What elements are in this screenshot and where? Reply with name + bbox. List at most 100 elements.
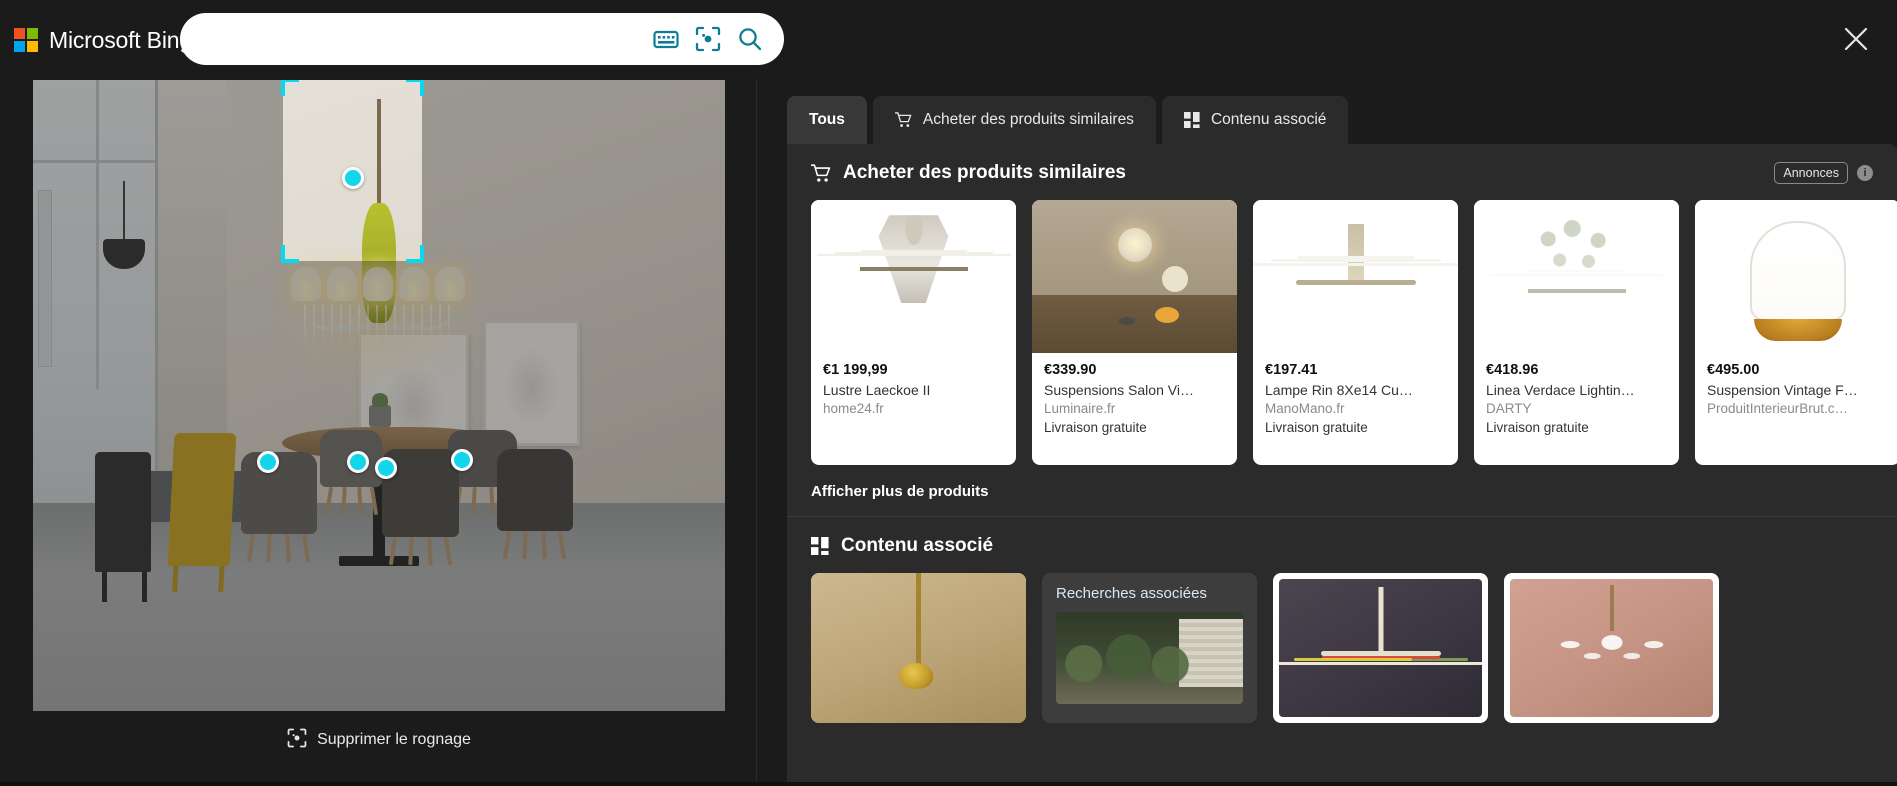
results-panel: Tous Acheter des produits similaires Con… (757, 80, 1897, 782)
product-title: Suspension Vintage F… (1707, 382, 1858, 398)
tab-label: Tous (809, 111, 845, 128)
window-mullion (96, 80, 100, 390)
cart-icon (811, 163, 831, 183)
tab-contenu-associe[interactable]: Contenu associé (1161, 96, 1349, 144)
product-card[interactable]: €1 199,99 Lustre Laeckoe II home24.fr (811, 200, 1016, 465)
close-icon[interactable] (1831, 14, 1881, 64)
related-searches-card[interactable]: Recherches associées (1042, 573, 1257, 723)
dark-chair (95, 452, 151, 603)
product-price: €495.00 (1707, 362, 1760, 378)
related-section-header: Contenu associé (787, 517, 1897, 563)
bing-brand[interactable]: Microsoft Bing (14, 0, 192, 80)
related-image-card[interactable] (1504, 573, 1719, 723)
product-shipping: Livraison gratuite (1486, 419, 1589, 435)
product-shipping: Livraison gratuite (1265, 419, 1368, 435)
related-section-title: Contenu associé (841, 535, 994, 556)
product-image (1032, 200, 1237, 353)
grid-icon (1183, 112, 1200, 128)
product-seller: ProduitInterieurBrut.c… (1707, 400, 1849, 416)
forest-house-thumb (1056, 612, 1243, 704)
product-title: Linea Verdace Lightin… (1486, 382, 1635, 398)
product-shipping: Livraison gratuite (1044, 419, 1147, 435)
chair (496, 449, 573, 560)
brand-label: Microsoft Bing (49, 26, 192, 53)
leafy-chandelier-thumb (1474, 200, 1679, 353)
grid-icon (811, 537, 829, 555)
product-price: €339.90 (1044, 362, 1097, 378)
tab-tous[interactable]: Tous (787, 96, 867, 144)
tab-label: Acheter des produits similaires (922, 111, 1134, 128)
product-title: Lustre Laeckoe II (823, 382, 931, 398)
product-image (1474, 200, 1679, 353)
visual-search-icon (287, 728, 307, 753)
product-card[interactable]: €418.96 Linea Verdace Lightin… DARTY Liv… (1474, 200, 1679, 465)
image-panel: Supprimer le rognage (0, 80, 757, 782)
tab-acheter-produits-similaires[interactable]: Acheter des produits similaires (872, 96, 1156, 144)
related-image-card[interactable] (811, 573, 1026, 723)
glass-pendants-thumb (1032, 200, 1237, 353)
product-title: Lampe Rin 8Xe14 Cu… (1265, 382, 1413, 398)
hotspot-chair-2[interactable] (347, 450, 370, 473)
search-input[interactable] (204, 13, 652, 65)
results-content: Acheter des produits similaires Annonces… (787, 144, 1897, 782)
product-card[interactable]: €197.41 Lampe Rin 8Xe14 Cu… ManoMano.fr … (1253, 200, 1458, 465)
product-seller: ManoMano.fr (1265, 400, 1345, 416)
product-image (1695, 200, 1897, 353)
visual-search-icon[interactable] (694, 25, 722, 53)
product-image (811, 200, 1016, 353)
product-price: €1 199,99 (823, 362, 888, 378)
info-icon[interactable]: i (1857, 165, 1873, 181)
window-mullion (33, 159, 155, 163)
related-searches-title: Recherches associées (1056, 585, 1207, 602)
microsoft-logo-icon (14, 28, 38, 52)
crystal-chandelier-thumb (811, 200, 1016, 353)
shop-section-header: Acheter des produits similaires Annonces… (787, 144, 1897, 190)
pendant-lamp (102, 180, 145, 269)
building-outside (37, 190, 53, 368)
ads-disclosure: Annonces i (1774, 162, 1873, 184)
hotspot-chair-1[interactable] (257, 450, 280, 473)
hotspot-chair-3[interactable] (374, 457, 397, 480)
bell-pendant-thumb (1695, 200, 1897, 353)
annonces-badge[interactable]: Annonces (1774, 162, 1848, 184)
related-content-list: Recherches associées (787, 563, 1897, 723)
gold-pendant-thumb (811, 573, 1026, 723)
hotspot-chair-4[interactable] (451, 449, 474, 472)
product-title: Suspensions Salon Vi… (1044, 382, 1194, 398)
shop-section-title: Acheter des produits similaires (843, 162, 1126, 183)
image-viewport: Supprimer le rognage (33, 80, 725, 786)
wall-art (482, 319, 580, 446)
remove-crop-label: Supprimer le rognage (317, 731, 471, 748)
related-image-card[interactable] (1273, 573, 1488, 723)
product-price: €418.96 (1486, 362, 1539, 378)
tab-bar: Tous Acheter des produits similaires Con… (787, 96, 1349, 144)
product-seller: home24.fr (823, 400, 884, 416)
potted-plant (368, 392, 391, 427)
search-icon[interactable] (736, 25, 764, 53)
show-more-products-link[interactable]: Afficher plus de produits (787, 465, 989, 516)
product-list: €1 199,99 Lustre Laeckoe II home24.fr €3… (787, 190, 1897, 465)
tab-label: Contenu associé (1210, 111, 1327, 128)
crop-handle-bottom-left[interactable] (281, 245, 299, 263)
product-card[interactable]: €339.90 Suspensions Salon Vi… Luminaire.… (1032, 200, 1237, 465)
source-image[interactable] (33, 80, 725, 711)
top-bar: Microsoft Bing (0, 0, 1897, 80)
keyboard-icon[interactable] (652, 25, 680, 53)
product-image (1253, 200, 1458, 353)
product-seller: Luminaire.fr (1044, 400, 1116, 416)
crop-handle-bottom-right[interactable] (406, 245, 424, 263)
search-box[interactable] (180, 13, 784, 65)
yellow-chair (167, 433, 238, 566)
pink-chandelier-thumb (1510, 579, 1713, 717)
visual-search-stage: Supprimer le rognage Tous Acheter des pr… (0, 80, 1897, 782)
remove-crop-button[interactable]: Supprimer le rognage (33, 720, 725, 760)
product-price: €197.41 (1265, 362, 1318, 378)
dark-chandelier-thumb (1279, 579, 1482, 717)
cart-icon (894, 112, 912, 128)
product-card[interactable]: €495.00 Suspension Vintage F… ProduitInt… (1695, 200, 1897, 465)
crop-handle-top-left[interactable] (281, 80, 299, 96)
white-candle-chandelier-thumb (1253, 200, 1458, 353)
product-seller: DARTY (1486, 400, 1532, 416)
hotspot-chandelier[interactable] (341, 167, 364, 190)
crop-handle-top-right[interactable] (406, 80, 424, 96)
